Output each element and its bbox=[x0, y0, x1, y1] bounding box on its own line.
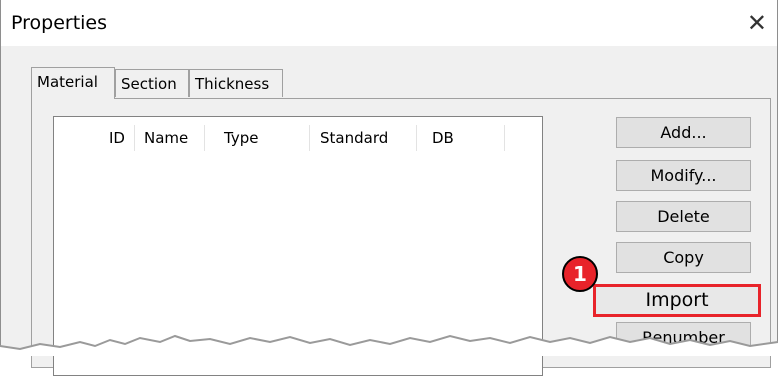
tab-thickness[interactable]: Thickness bbox=[189, 69, 283, 97]
column-header-id[interactable]: ID bbox=[109, 129, 125, 147]
column-divider[interactable] bbox=[134, 125, 135, 151]
torn-edge bbox=[0, 334, 778, 356]
properties-dialog: Properties ✕ Material Section Thickness … bbox=[0, 0, 778, 376]
column-divider[interactable] bbox=[309, 125, 310, 151]
list-header: ID Name Type Standard DB bbox=[54, 125, 542, 151]
column-header-db[interactable]: DB bbox=[432, 129, 454, 147]
dialog-title: Properties bbox=[11, 12, 108, 34]
column-divider[interactable] bbox=[504, 125, 505, 151]
close-icon[interactable]: ✕ bbox=[747, 8, 767, 38]
import-button[interactable]: Import bbox=[593, 284, 761, 317]
column-header-standard[interactable]: Standard bbox=[320, 129, 388, 147]
column-header-type[interactable]: Type bbox=[224, 129, 258, 147]
copy-button[interactable]: Copy bbox=[616, 242, 751, 273]
column-divider[interactable] bbox=[416, 125, 417, 151]
column-divider[interactable] bbox=[204, 125, 205, 151]
add-button[interactable]: Add... bbox=[616, 117, 751, 148]
delete-button[interactable]: Delete bbox=[616, 201, 751, 232]
modify-button[interactable]: Modify... bbox=[616, 160, 751, 191]
step-callout-badge: 1 bbox=[562, 256, 598, 292]
column-header-name[interactable]: Name bbox=[144, 129, 188, 147]
tab-material[interactable]: Material bbox=[31, 67, 115, 99]
tab-section[interactable]: Section bbox=[115, 69, 189, 97]
title-bar: Properties ✕ bbox=[1, 0, 777, 46]
